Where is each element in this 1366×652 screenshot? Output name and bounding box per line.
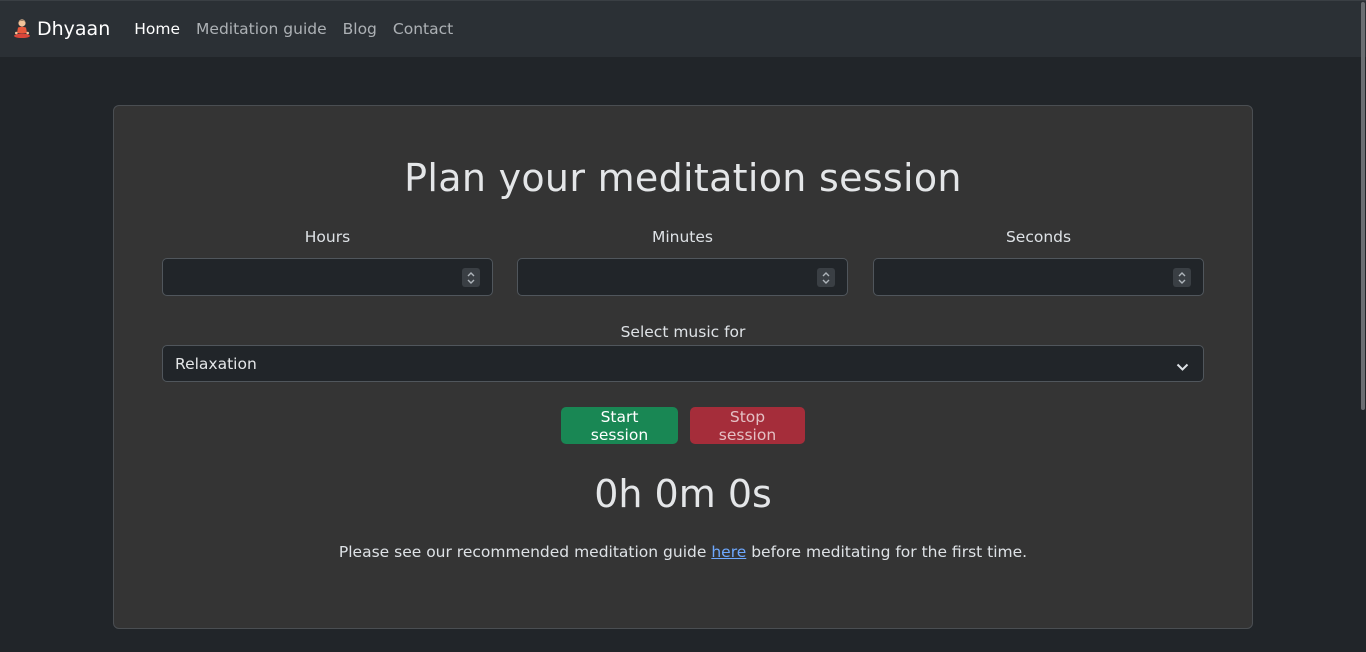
nav-link-home[interactable]: Home [134,20,180,38]
session-card: Plan your meditation session Hours Minut… [113,105,1253,629]
hours-field: Hours [162,228,493,296]
seconds-field: Seconds [873,228,1204,296]
page-title: Plan your meditation session [404,156,962,200]
music-select-value: Relaxation [175,354,257,373]
seconds-label: Seconds [1005,228,1072,246]
minutes-field: Minutes [517,228,848,296]
stop-session-button[interactable]: Stop session [690,407,805,444]
nav-link-meditation-guide[interactable]: Meditation guide [196,20,327,38]
hours-label: Hours [304,228,351,246]
guide-note-after: before meditating for the first time. [746,543,1028,561]
minutes-input[interactable] [517,258,848,296]
seconds-spinner-icon[interactable] [1173,268,1191,287]
top-navbar: Dhyaan Home Meditation guide Blog Contac… [0,0,1366,57]
nav-link-contact[interactable]: Contact [393,20,453,38]
hours-spinner-icon[interactable] [462,268,480,287]
music-select[interactable]: Relaxation [162,345,1204,382]
seconds-input[interactable] [873,258,1204,296]
minutes-spinner-icon[interactable] [817,268,835,287]
minutes-label: Minutes [651,228,714,246]
guide-note: Please see our recommended meditation gu… [114,543,1252,561]
session-timer: 0h 0m 0s [594,472,772,516]
guide-note-before: Please see our recommended meditation gu… [338,543,712,561]
brand-link[interactable]: Dhyaan [12,18,110,40]
nav-link-blog[interactable]: Blog [343,20,377,38]
guide-link[interactable]: here [711,543,746,561]
chevron-down-icon [1176,358,1189,376]
scrollbar-thumb[interactable] [1361,2,1365,410]
meditating-person-icon [12,18,32,40]
music-select-label: Select music for [620,323,746,341]
brand-name: Dhyaan [37,18,111,40]
page-scrollbar[interactable] [1360,0,1366,652]
start-session-button[interactable]: Start session [561,407,678,444]
hours-input[interactable] [162,258,493,296]
